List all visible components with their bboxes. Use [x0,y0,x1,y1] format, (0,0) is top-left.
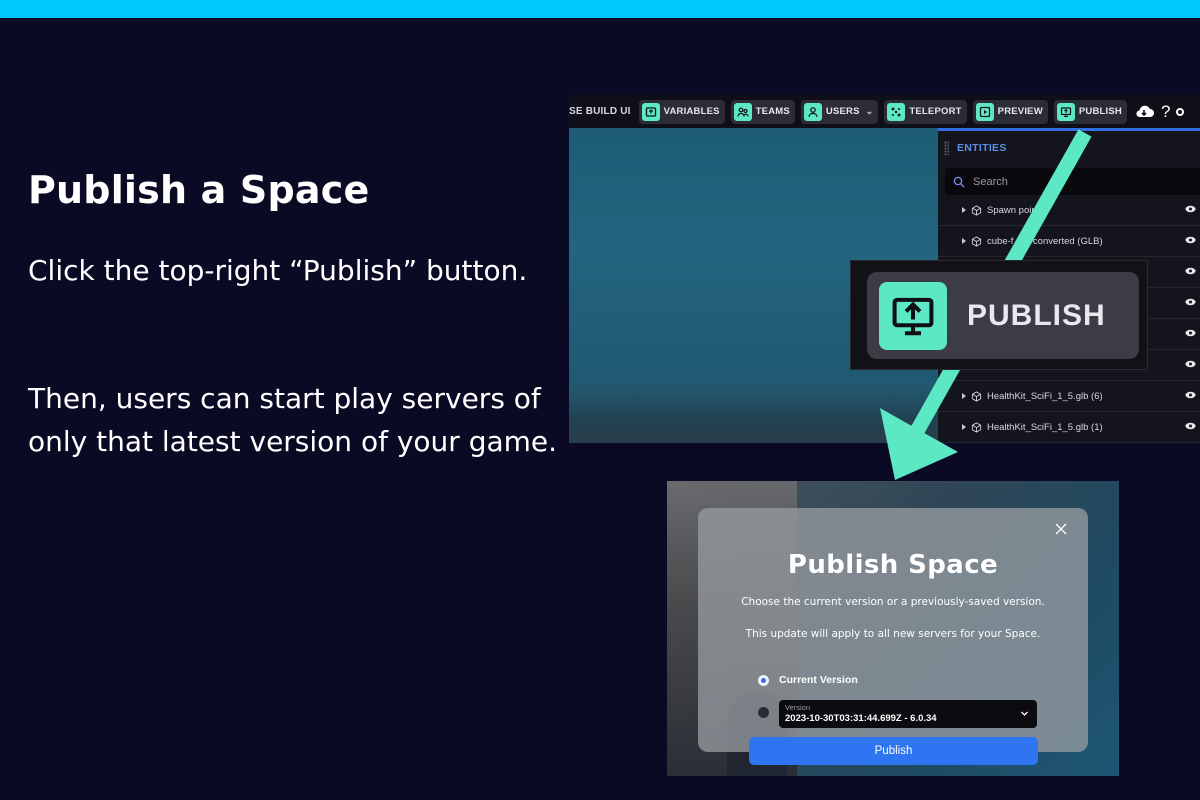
users-button[interactable]: USERS ⌄ [800,99,879,124]
current-version-option[interactable]: Current Version [758,674,858,686]
list-item[interactable]: HealthKit_SciFi_1_5.glb (6) [938,381,1200,412]
play-icon [975,102,994,121]
entity-name: Spawn point d [987,204,1048,216]
eye-icon[interactable] [1185,236,1196,244]
current-version-label: Current Version [779,674,858,686]
eye-icon[interactable] [1185,391,1196,399]
entity-name: HealthKit_SciFi_1_5.glb (6) [987,390,1103,402]
publish-icon [879,281,947,350]
radio-selected[interactable] [758,674,769,686]
editor-toolbar: SE BUILD UI VARIABLES TEAMS USERS ⌄ TELE… [569,95,1200,128]
publish-zoom-callout: PUBLISH [850,260,1148,370]
preview-button[interactable]: PREVIEW [972,99,1048,124]
cube-icon [971,204,982,216]
teleport-button[interactable]: TELEPORT [884,99,967,124]
settings-icon[interactable] [1176,107,1185,116]
entities-header: ENTITIES [938,131,1200,165]
publish-submit-button[interactable]: Publish [749,737,1038,765]
radio-unselected[interactable] [758,707,769,718]
preview-button-label: PREVIEW [997,106,1043,117]
expand-arrow-icon[interactable] [962,424,966,430]
entity-name: HealthKit_SciFi_1_5.glb (1) [987,421,1103,433]
cube-icon [971,421,982,433]
search-icon [953,176,965,187]
version-caption: Version [785,703,811,712]
expand-arrow-icon[interactable] [962,238,966,244]
teams-button[interactable]: TEAMS [730,99,795,124]
entities-search-input[interactable]: Search [945,168,1200,195]
teleport-button-label: TELEPORT [909,106,962,117]
slide-title: Publish a Space [28,168,370,212]
cube-icon [971,235,982,247]
eye-icon[interactable] [1185,205,1196,213]
variables-icon [641,102,660,121]
eye-icon[interactable] [1185,422,1196,430]
variables-button-label: VARIABLES [663,106,720,117]
list-item[interactable]: HealthKit_SciFi_1_5.glb (1) [938,412,1200,443]
publish-icon [1056,102,1075,121]
version-value: 2023-10-30T03:31:44.699Z - 6.0.34 [785,713,937,724]
users-icon [803,102,822,121]
instruction-paragraph: Click the top-right “Publish” button. [28,254,528,287]
modal-subtitle: Choose the current version or a previous… [741,596,1045,608]
expand-arrow-icon[interactable] [962,207,966,213]
cube-icon [971,390,982,402]
drag-handle-icon[interactable] [944,141,949,155]
eye-icon[interactable] [1185,329,1196,337]
saved-version-option[interactable] [758,707,769,718]
teams-icon [733,102,752,121]
publish-zoom-label: PUBLISH [967,298,1106,332]
help-icon[interactable]: ? [1161,102,1170,122]
entity-name: cube-f are-converted (GLB) [987,235,1103,247]
entities-title: ENTITIES [957,142,1007,154]
cloud-download-icon[interactable] [1133,101,1155,123]
eye-icon[interactable] [1185,267,1196,275]
publish-button-label: PUBLISH [1078,106,1122,117]
teleport-icon [887,102,906,121]
chevron-down-icon: ⌄ [865,106,874,116]
publish-button-zoomed: PUBLISH [867,272,1139,359]
version-select[interactable]: Version 2023-10-30T03:31:44.699Z - 6.0.3… [779,700,1037,728]
list-item[interactable]: Spawn point d [938,195,1200,226]
users-button-label: USERS [825,106,860,117]
publish-modal-screenshot: Publish Space Choose the current version… [667,481,1119,776]
teams-button-label: TEAMS [755,106,790,117]
eye-icon[interactable] [1185,298,1196,306]
list-item[interactable]: cube-f are-converted (GLB) [938,226,1200,257]
eye-icon[interactable] [1185,360,1196,368]
result-paragraph: Then, users can start play servers of on… [28,382,558,458]
modal-title: Publish Space [787,550,999,580]
modal-description: This update will apply to all new server… [745,628,1041,640]
publish-button[interactable]: PUBLISH [1053,99,1127,124]
toolbar-cut-label[interactable]: SE BUILD UI [569,106,631,117]
variables-button[interactable]: VARIABLES [638,99,725,124]
chevron-down-icon [1021,711,1028,716]
top-accent-bar [0,0,1200,18]
close-icon[interactable] [1054,522,1068,536]
search-placeholder: Search [973,175,1008,188]
expand-arrow-icon[interactable] [962,393,966,399]
publish-space-modal: Publish Space Choose the current version… [698,508,1088,765]
